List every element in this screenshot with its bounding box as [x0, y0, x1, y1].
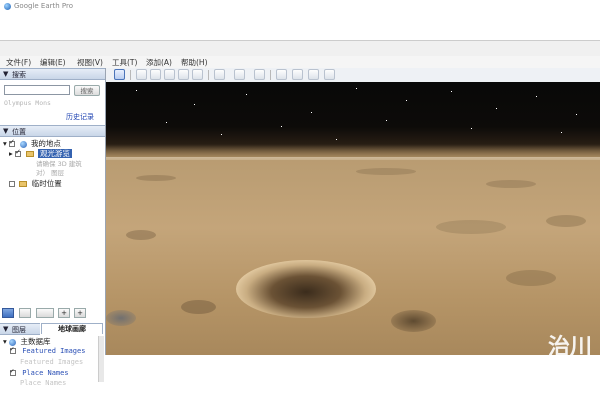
menu-edit[interactable]: 编辑(E) [40, 57, 66, 68]
historical-imagery-icon[interactable] [214, 69, 225, 80]
sun-icon[interactable] [234, 69, 245, 80]
mars-surface [106, 160, 600, 355]
menu-file[interactable]: 文件(F) [6, 57, 31, 68]
blank-button[interactable] [36, 308, 54, 318]
print-icon[interactable] [308, 69, 319, 80]
layer-item[interactable]: Featured Images [20, 358, 83, 366]
sidebar-toggle-icon[interactable] [114, 69, 125, 80]
places-panel-title: 位置 [12, 128, 26, 136]
save-image-icon[interactable] [324, 69, 335, 80]
tree-hint: 对） 图层 [36, 169, 65, 177]
layer-item[interactable]: Featured Images [10, 345, 86, 355]
checkbox-sightseeing[interactable] [15, 148, 22, 157]
google-earth-icon [4, 3, 11, 10]
image-overlay-icon[interactable] [178, 69, 189, 80]
tree-item-temporary[interactable]: 临时位置 [9, 178, 62, 189]
checkbox-layer[interactable] [10, 345, 16, 354]
collapse-triangle-icon: ▼ [3, 70, 9, 78]
search-panel-header[interactable]: ▼ 搜索 [0, 68, 105, 80]
toolbar [106, 68, 600, 83]
layer-item[interactable]: Place Names [10, 367, 69, 377]
tree-item-label: 我的地点 [30, 139, 61, 148]
list-view-icon[interactable] [19, 308, 31, 318]
menu-bar: 文件(F) 编辑(E) 视图(V) 工具(T) 添加(A) 帮助(H) [0, 56, 600, 68]
checkbox-temporary[interactable] [9, 181, 15, 187]
globe-icon [19, 140, 27, 148]
email-icon[interactable] [292, 69, 303, 80]
layer-item[interactable]: Place Names [20, 379, 66, 387]
layer-label: Featured Images [22, 347, 86, 355]
expand-icon: ▾ [3, 337, 7, 346]
layers-panel-header[interactable]: ▼ 图层 [0, 323, 40, 335]
move-down-icon[interactable]: + [74, 308, 86, 318]
map-viewport[interactable]: 治川 [106, 82, 600, 355]
watermark-text: 治川 [547, 335, 592, 355]
tree-item-label: 临时位置 [31, 179, 62, 188]
tab-earth-gallery[interactable]: 地球画廊 [41, 323, 103, 334]
places-toolbar: + + [2, 307, 103, 320]
planets-icon[interactable] [254, 69, 265, 80]
layers-list: ▾ 主数据库 Featured Images Featured Images P… [2, 336, 98, 387]
checkbox-layer[interactable] [10, 367, 16, 376]
places-panel-header[interactable]: ▼ 位置 [0, 125, 105, 137]
move-up-icon[interactable]: + [58, 308, 70, 318]
app-window: 文件(F) 编辑(E) 视图(V) 工具(T) 添加(A) 帮助(H) ▼ 搜索… [0, 40, 600, 387]
menu-tools[interactable]: 工具(T) [112, 57, 137, 68]
menu-add[interactable]: 添加(A) [146, 57, 172, 68]
expand-icon: ▾ [3, 139, 7, 148]
placemark-icon[interactable] [136, 69, 147, 80]
large-crater [236, 260, 376, 318]
folder-icon [25, 151, 34, 157]
search-input[interactable] [4, 85, 70, 95]
title-bar: Google Earth Pro [0, 0, 600, 14]
ruler-icon[interactable] [276, 69, 287, 80]
search-places-icon[interactable] [2, 308, 14, 318]
search-button[interactable]: 搜索 [74, 85, 100, 96]
history-link[interactable]: 历史记录 [66, 112, 94, 122]
layers-panel-title: 图层 [12, 326, 26, 334]
window-title: Google Earth Pro [14, 2, 74, 10]
layer-label: 主数据库 [20, 337, 51, 346]
layer-label: Place Names [22, 369, 69, 377]
folder-icon [19, 181, 28, 187]
menu-view[interactable]: 视图(V) [77, 57, 103, 68]
search-panel-title: 搜索 [12, 71, 26, 79]
path-icon[interactable] [164, 69, 175, 80]
menu-help[interactable]: 帮助(H) [181, 57, 208, 68]
polygon-icon[interactable] [150, 69, 161, 80]
layer-label: Place Names [20, 379, 67, 387]
collapse-triangle-icon: ▼ [3, 325, 9, 333]
collapse-triangle-icon: ▼ [3, 127, 9, 135]
layer-label: Featured Images [20, 358, 84, 366]
layers-scrollbar[interactable] [98, 336, 104, 382]
tree-item-label: 观光游览 [37, 149, 72, 158]
search-hint: Olympus Mons [4, 99, 51, 107]
record-tour-icon[interactable] [192, 69, 203, 80]
checkbox-my-places[interactable] [9, 138, 16, 147]
sidebar: ▼ 搜索 搜索 Olympus Mons 历史记录 ▼ 位置 ▾ 我的地点 ▸ … [0, 68, 106, 387]
expand-icon: ▸ [9, 149, 13, 158]
